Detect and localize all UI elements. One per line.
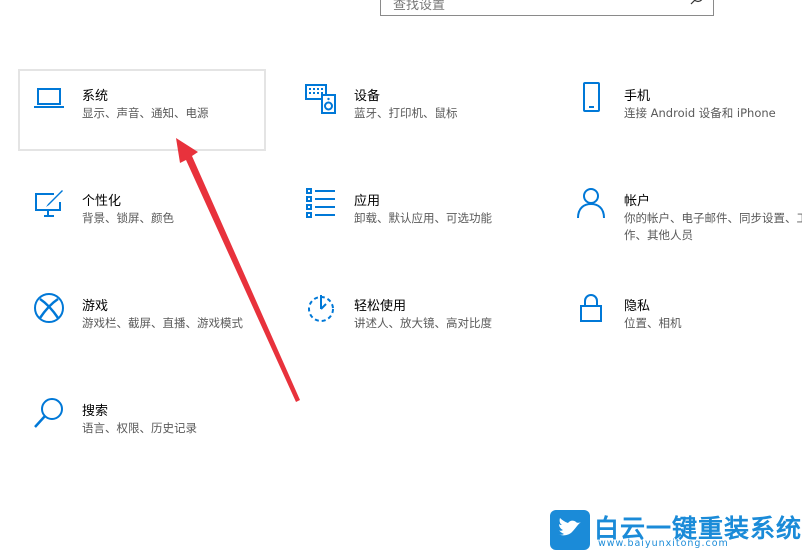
- tile-description: 卸载、默认应用、可选功能: [354, 211, 492, 225]
- lock-icon: [580, 294, 602, 322]
- settings-tile-apps[interactable]: 应用 卸载、默认应用、可选功能: [290, 174, 538, 256]
- tile-description: 连接 Android 设备和 iPhone: [624, 106, 776, 120]
- tile-description: 背景、锁屏、颜色: [82, 211, 174, 225]
- tile-description: 位置、相机: [624, 316, 682, 330]
- person-icon: [577, 188, 605, 219]
- settings-tile-phone[interactable]: 手机 连接 Android 设备和 iPhone: [560, 69, 802, 151]
- tile-title: 设备: [354, 89, 381, 104]
- tile-title: 轻松使用: [354, 299, 407, 314]
- xbox-icon: [34, 293, 64, 323]
- tile-title: 应用: [354, 194, 381, 209]
- settings-tile-search[interactable]: 搜索 语言、权限、历史记录: [18, 384, 266, 466]
- phone-icon: [583, 82, 600, 112]
- settings-tile-gaming[interactable]: 游戏 游戏栏、截屏、直播、游戏模式: [18, 279, 266, 361]
- tile-title: 帐户: [624, 194, 651, 209]
- settings-tile-devices[interactable]: 设备 蓝牙、打印机、鼠标: [290, 69, 538, 151]
- tile-description: 蓝牙、打印机、鼠标: [354, 106, 458, 120]
- search-input[interactable]: 查找设置: [380, 0, 714, 16]
- tile-title: 系统: [82, 89, 109, 104]
- tile-title: 搜索: [82, 404, 109, 419]
- watermark: 白云一键重装系统 www.baiyunxitong.com: [550, 508, 802, 554]
- tile-title: 隐私: [624, 299, 651, 314]
- tile-description: 你的帐户、电子邮件、同步设置、工作、其他人员: [624, 211, 802, 242]
- settings-tile-privacy[interactable]: 隐私 位置、相机: [560, 279, 802, 361]
- tile-title: 手机: [624, 89, 651, 104]
- settings-tile-ease-of-access[interactable]: 轻松使用 讲述人、放大镜、高对比度: [290, 279, 538, 361]
- tile-description: 显示、声音、通知、电源: [82, 106, 209, 120]
- bird-logo-icon: [550, 510, 590, 550]
- laptop-icon: [34, 88, 64, 108]
- search-icon: [690, 0, 703, 5]
- search-magnifier-icon: [34, 398, 63, 428]
- app-list-icon: [306, 188, 335, 218]
- settings-tile-personalization[interactable]: 个性化 背景、锁屏、颜色: [18, 174, 266, 256]
- tile-description: 游戏栏、截屏、直播、游戏模式: [82, 316, 243, 330]
- settings-tile-system[interactable]: 系统 显示、声音、通知、电源: [18, 69, 266, 151]
- tile-description: 语言、权限、历史记录: [82, 421, 197, 435]
- tile-title: 个性化: [82, 194, 122, 209]
- settings-tile-accounts[interactable]: 帐户 你的帐户、电子邮件、同步设置、工作、其他人员: [560, 174, 802, 256]
- watermark-url: www.baiyunxitong.com: [598, 538, 729, 549]
- tile-description: 讲述人、放大镜、高对比度: [354, 316, 492, 330]
- ease-of-access-icon: [308, 295, 334, 322]
- search-placeholder: 查找设置: [393, 0, 446, 13]
- tile-title: 游戏: [82, 299, 109, 314]
- paint-monitor-icon: [35, 190, 63, 217]
- keyboard-speaker-icon: [305, 84, 336, 114]
